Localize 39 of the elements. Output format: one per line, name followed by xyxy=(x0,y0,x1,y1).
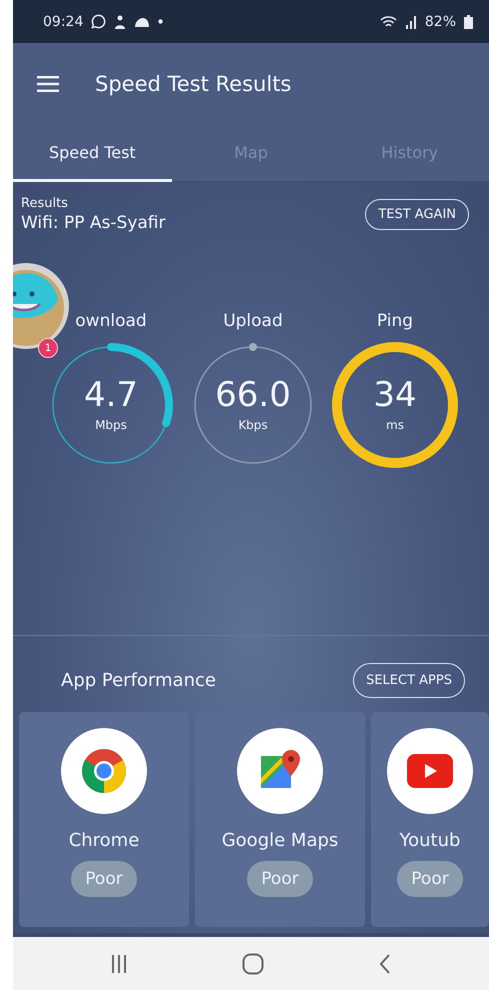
dot-icon xyxy=(158,19,164,24)
results-heading: Results xyxy=(21,196,69,211)
play-button-icon xyxy=(407,754,453,788)
app-name: Chrome xyxy=(68,830,140,851)
rating-chip: Poor xyxy=(397,861,463,897)
clock: 09:24 xyxy=(43,14,84,30)
gauge-value: 4.7 xyxy=(84,378,138,412)
back-icon[interactable] xyxy=(379,954,392,974)
gauge-label: Ping xyxy=(376,311,414,333)
recent-apps-icon[interactable] xyxy=(110,954,127,972)
select-apps-button[interactable]: SELECT APPS xyxy=(353,662,465,698)
home-icon[interactable] xyxy=(242,952,264,974)
app-card[interactable]: Google Maps Poor xyxy=(195,712,365,927)
section-title: App Performance xyxy=(61,670,217,690)
app-card[interactable]: Youtub Poor xyxy=(371,712,489,927)
person-icon xyxy=(114,14,126,28)
battery-percentage: 82% xyxy=(424,14,456,30)
gauge-unit: ms xyxy=(386,418,404,432)
network-name: Wifi: PP As-Syafir xyxy=(21,213,166,233)
battery-icon xyxy=(464,14,473,28)
signal-icon xyxy=(404,14,417,28)
app-card[interactable]: Chrome Poor xyxy=(19,712,189,927)
test-again-button[interactable]: TEST AGAIN xyxy=(365,199,469,230)
screen-title: Speed Test Results xyxy=(95,72,292,96)
gauge-label: Upload xyxy=(223,311,283,333)
gauge-unit: Kbps xyxy=(238,418,268,432)
wifi-icon xyxy=(380,14,397,28)
menu-icon[interactable] xyxy=(37,76,59,92)
app-name: Google Maps xyxy=(222,830,338,851)
chrome-logo-icon xyxy=(81,748,127,794)
rating-chip: Poor xyxy=(71,861,137,897)
rating-chip: Poor xyxy=(247,861,313,897)
gauge-label: ownload xyxy=(75,311,147,333)
gauge-value: 66.0 xyxy=(215,378,291,412)
gauge-value: 34 xyxy=(373,378,417,412)
gauge-unit: Mbps xyxy=(95,418,127,432)
chat-bubble-icon xyxy=(91,14,106,29)
app-name: Youtub xyxy=(400,830,460,851)
notification-badge: 1 xyxy=(38,338,58,358)
